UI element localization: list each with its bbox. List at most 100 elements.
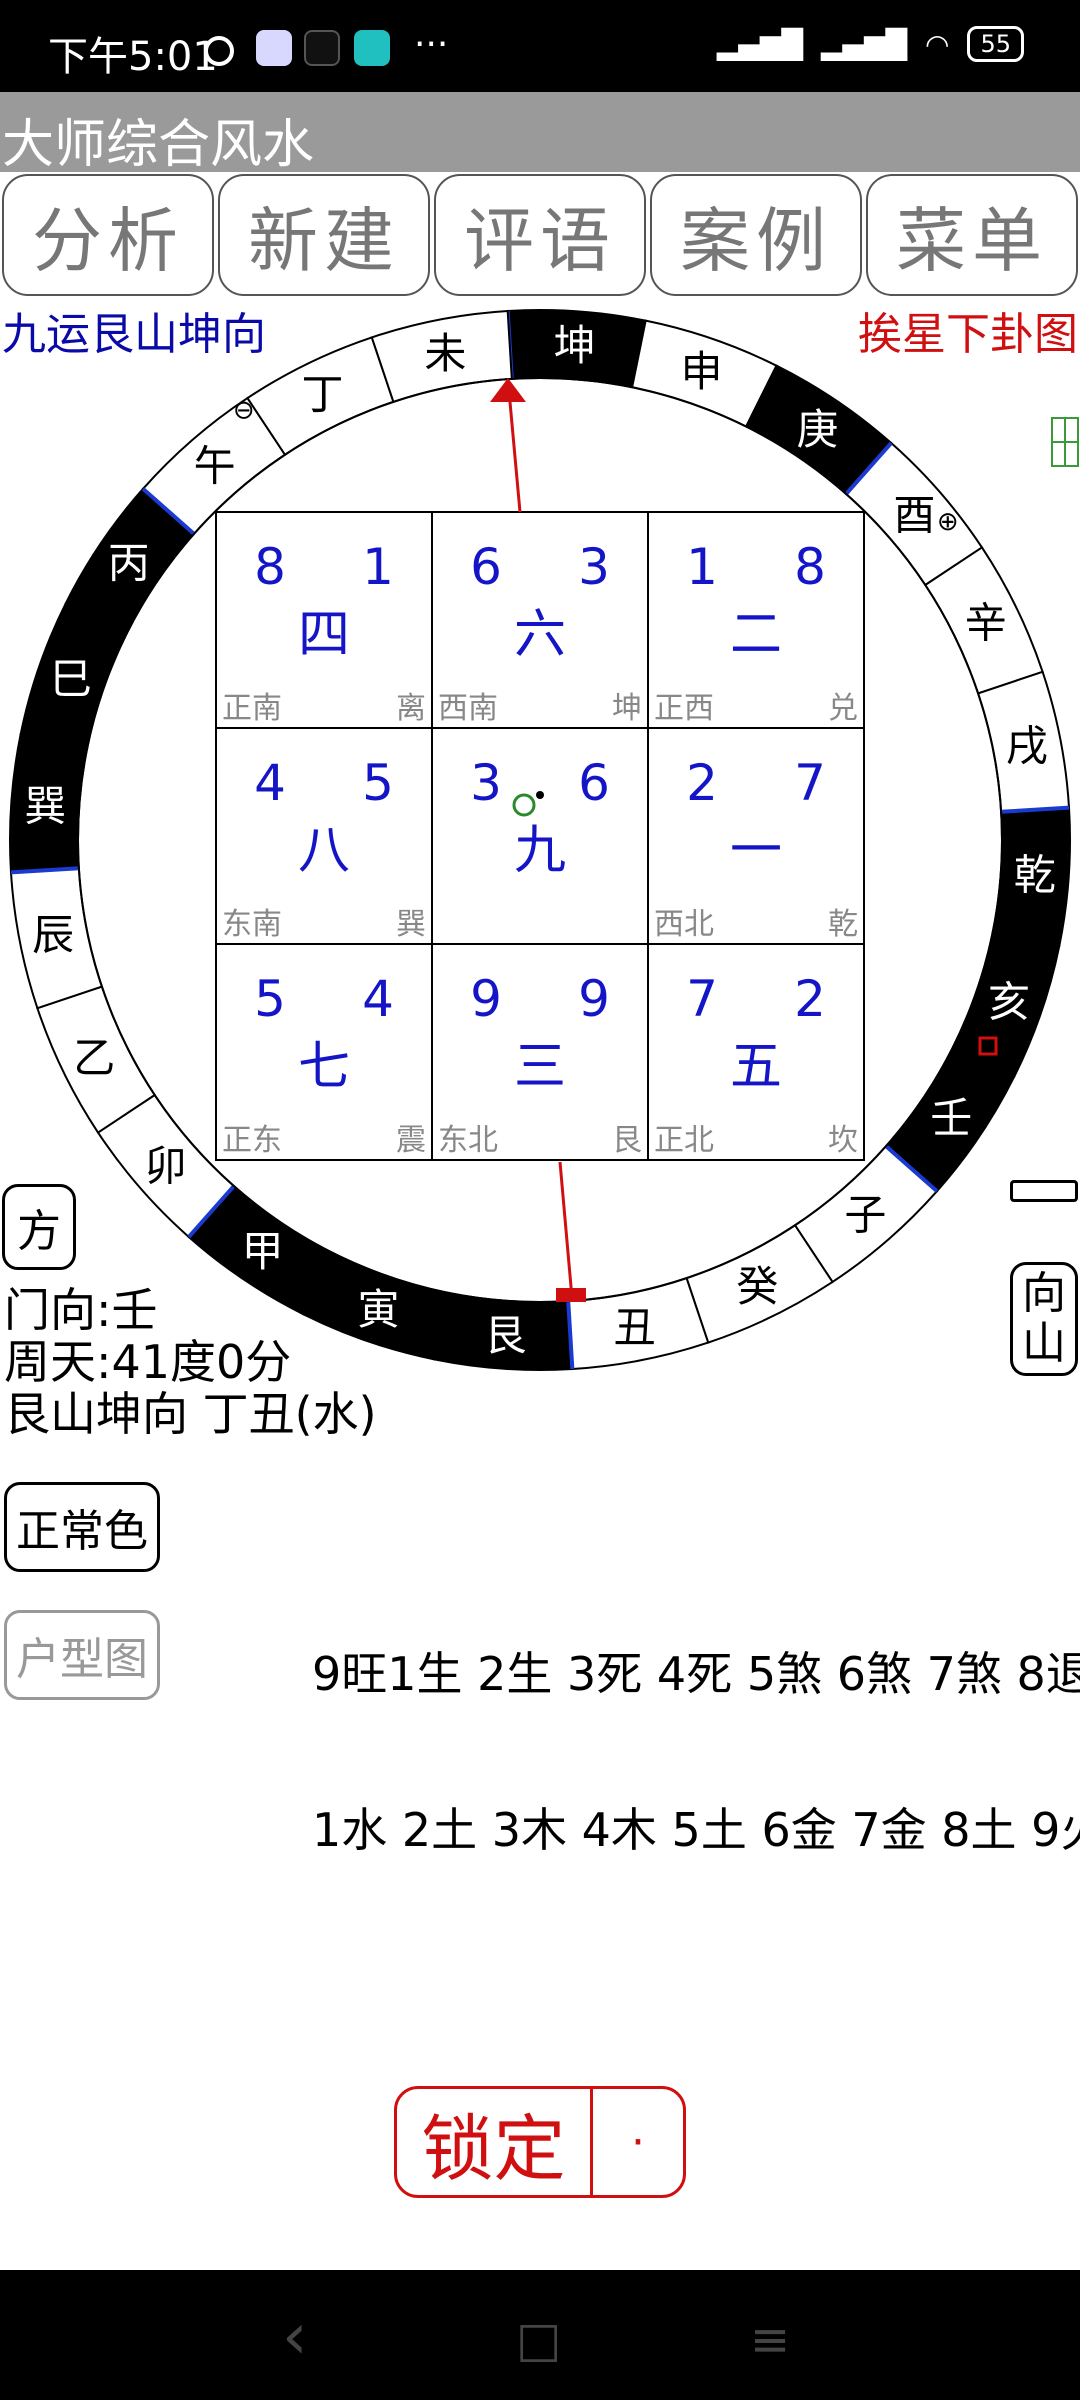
palace-direction: 西南 [438,691,498,726]
mountain-star: 2 [686,754,718,812]
mountain-star: 3 [470,754,502,812]
ring-label: 壬 [930,1093,972,1142]
xiang-shan-button[interactable]: 向 山 [1010,1262,1078,1376]
tiktok-icon [304,30,340,66]
signal-icon-1: ▂▄▆█ [716,27,803,61]
ring-label: 乙 [73,1033,115,1082]
mountain-star: 6 [470,538,502,596]
palace-trigram: 震 [396,1123,426,1158]
title-bar: 大师综合风水 [0,92,1080,175]
mountain-star: 9 [470,970,502,1028]
water-star: 6 [578,754,610,812]
water-star: 3 [578,538,610,596]
ring-label: 辰 [32,911,74,960]
alarm-icon [204,36,234,66]
dot-button[interactable]: · [593,2089,683,2195]
mountain-star: 4 [254,754,286,812]
palace-direction: 正东 [222,1123,282,1158]
palace-direction: 东北 [438,1123,498,1158]
analyze-button[interactable]: 分析 [2,174,214,296]
shan-label: 山 [1022,1318,1066,1369]
status-time: 下午5:01 [48,34,218,80]
menu-row: 分析 新建 评语 案例 菜单 [0,172,1080,298]
palace-direction: 正南 [222,691,282,726]
base-star: 一 [730,821,782,881]
base-star: 九 [514,821,566,881]
xiang-label: 向 [1022,1268,1066,1319]
comment-button[interactable]: 评语 [434,174,646,296]
palace-direction: 正北 [654,1123,714,1158]
ring-marker: ⊕ [937,507,959,537]
normal-color-button[interactable]: 正常色 [4,1482,160,1572]
ring-label: 酉 [893,491,935,540]
palace-trigram: 坎 [828,1123,858,1158]
direction-description: 艮山坤向 丁丑(水) [4,1387,377,1441]
nine-palace-grid: 8 1四正南 离6 3六西南 坤1 8二正西 兑4 5八东南 巽3 6九2 7一西北 乾5 4七正东 震9… [215,511,865,1161]
recents-icon[interactable]: ≡ [750,2312,790,2368]
center-dot-marker [536,791,544,799]
water-star: 5 [362,754,394,812]
status-bar: 下午5:01 ··· ▂▄▆█ ▂▄▆█ ◠ 55 [0,0,1080,92]
pointer-line-bottom [558,1161,574,1299]
pointer-tail-marker [556,1288,586,1302]
ring-label: 乾 [1014,851,1056,900]
ring-label: 戌 [1006,721,1048,770]
base-star: 六 [514,605,566,665]
base-star: 七 [298,1037,350,1097]
ring-label: 庚 [796,405,838,454]
water-star: 1 [362,538,394,596]
app-title: 大师综合风水 [2,115,315,175]
water-star: 4 [362,970,394,1028]
base-star: 八 [298,821,350,881]
signal-icon-2: ▂▄▆█ [820,27,908,61]
compass-chart[interactable]: 坤申庚酉 ⊕辛戌乾亥壬子癸丑艮寅甲卯乙辰巽巳丙午⊖ 丁未 8 1四正南 离6 3六西南 坤1… [0,300,1080,1380]
more-notifications-icon: ··· [414,24,449,65]
new-button[interactable]: 新建 [218,174,430,296]
lock-button[interactable]: 锁定 [397,2089,593,2195]
status-right: ▂▄▆█ ▂▄▆█ ◠ 55 [717,26,1024,62]
base-star: 四 [298,605,350,665]
degree-reading: 周天:41度0分 [4,1335,292,1389]
ring-label: 申 [680,347,722,396]
grid-scale-icon [1051,417,1079,467]
ring-label: 丁 [302,370,344,419]
base-star: 五 [730,1037,782,1097]
water-star: 7 [794,754,826,812]
palace-trigram: 离 [396,691,426,726]
pointer-arrow-head [490,378,526,402]
navigation-bar: ‹ □ ≡ [0,2270,1080,2400]
ring-label: 午 [194,442,236,491]
floor-plan-button[interactable]: 户型图 [4,1610,160,1700]
info-block: 门向:壬 周天:41度0分 艮山坤向 丁丑(水) [4,1284,377,1440]
mountain-star: 1 [686,538,718,596]
lock-control: 锁定 · [394,2086,686,2198]
base-star: 二 [730,605,782,665]
ring-label: 巽 [24,781,66,830]
back-icon[interactable]: ‹ [282,2300,308,2374]
ring-label: 丙 [108,539,150,588]
palace-trigram: 坤 [612,691,642,726]
home-icon[interactable]: □ [516,2312,561,2368]
ring-label: 丑 [614,1303,656,1352]
ring-label: 坤 [554,321,596,370]
menu-button[interactable]: 菜单 [866,174,1078,296]
home-app-icon [354,30,390,66]
ring-label: 子 [844,1190,886,1239]
palace-trigram: 艮 [612,1123,642,1158]
cases-button[interactable]: 案例 [650,174,862,296]
mountain-star: 5 [254,970,286,1028]
ring-label: 甲 [242,1227,284,1276]
direction-button[interactable]: 方 [2,1184,76,1270]
mountain-star: 7 [686,970,718,1028]
palace-trigram: 巽 [396,907,426,942]
star-legend: 9旺1生 2生 3死 4死 5煞 6煞 7煞 8退 1水 2土 3木 4木 5土… [312,1544,1080,1908]
ring-label: 亥 [988,977,1030,1026]
water-star: 8 [794,538,826,596]
palace-trigram: 兑 [828,691,858,726]
ring-label: 卯 [145,1141,187,1190]
toggle-bar[interactable] [1010,1180,1078,1202]
water-star: 9 [578,970,610,1028]
legend-line-1: 9旺1生 2生 3死 4死 5煞 6煞 7煞 8退 [312,1647,1080,1701]
water-star: 2 [794,970,826,1028]
wifi-icon: ◠ [925,27,950,61]
